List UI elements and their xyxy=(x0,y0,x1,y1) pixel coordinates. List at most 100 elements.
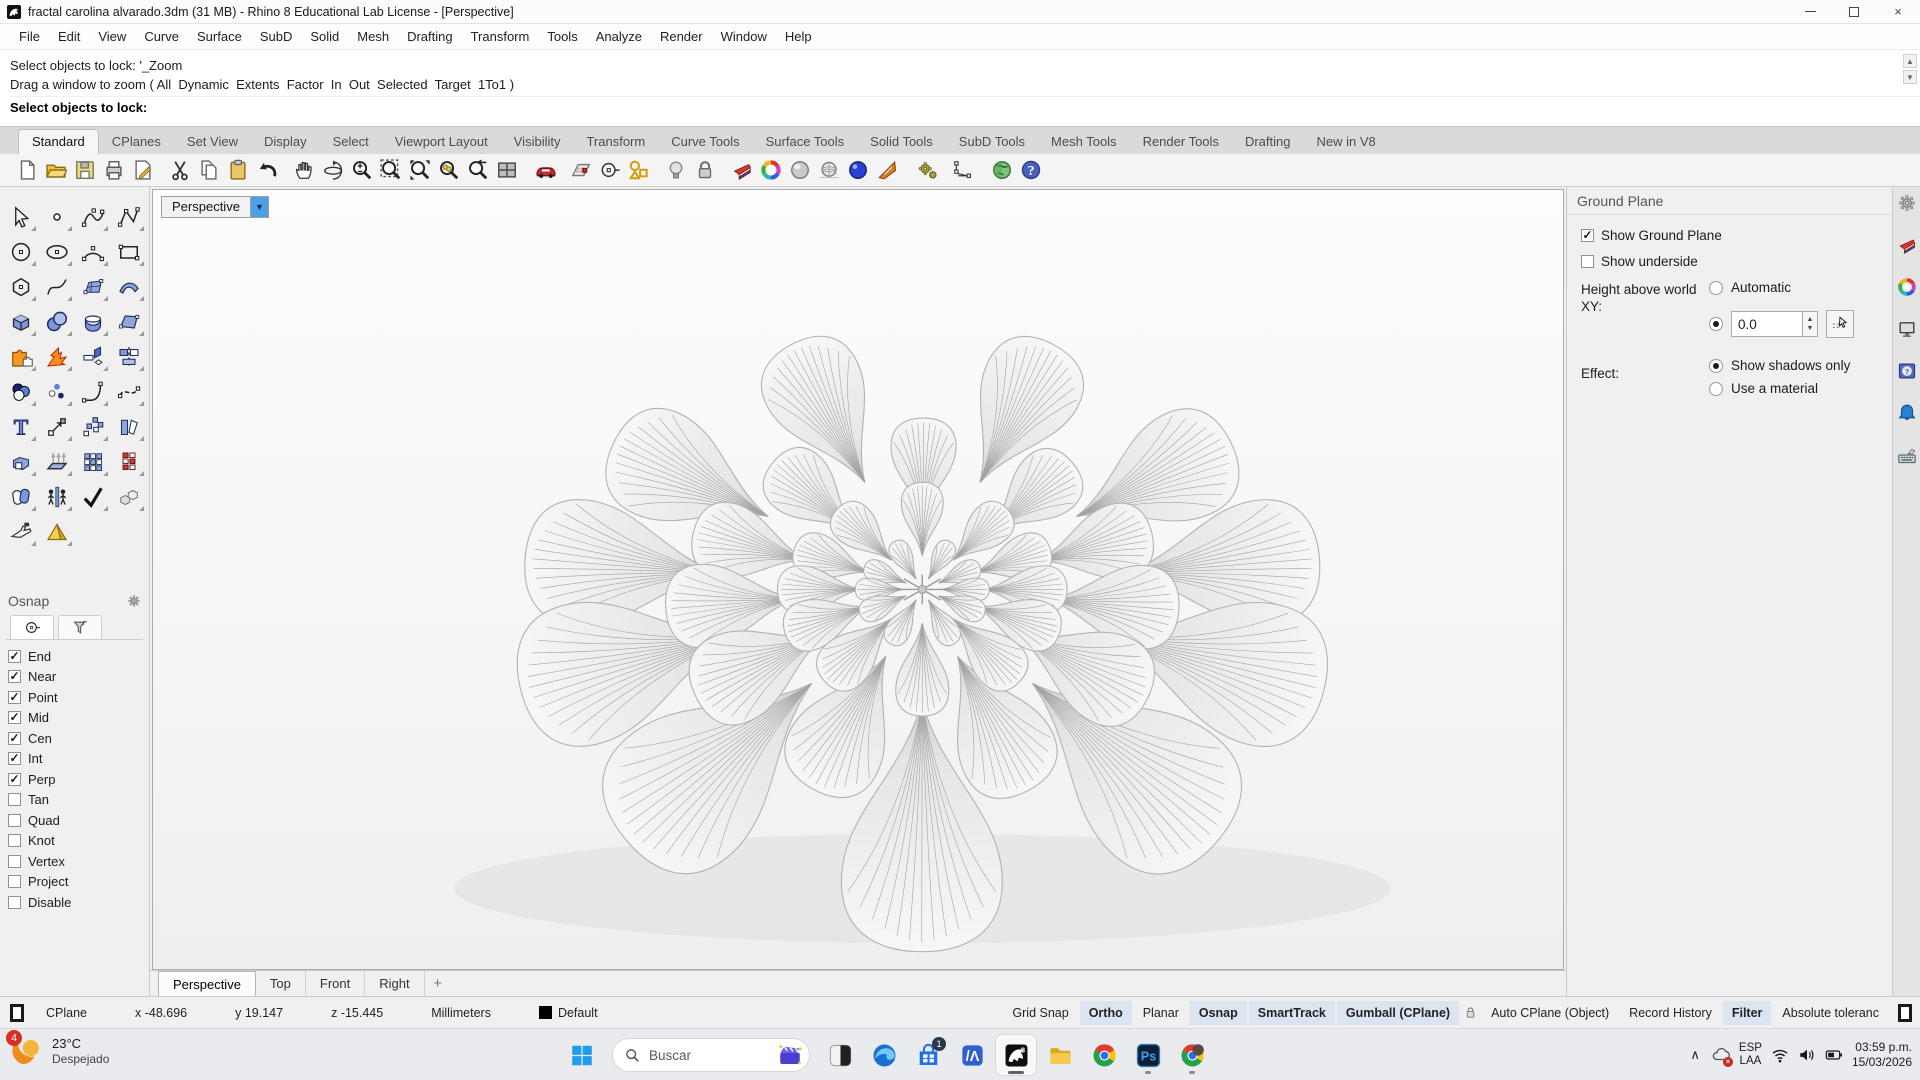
set-view-icon[interactable] xyxy=(597,157,623,183)
taskbar-app-store[interactable]: 1 xyxy=(908,1035,948,1075)
menu-analyze[interactable]: Analyze xyxy=(587,26,651,47)
onedrive-error-icon[interactable]: ✕ xyxy=(1712,1046,1730,1064)
split-tool[interactable] xyxy=(111,339,147,374)
wifi-icon[interactable] xyxy=(1771,1046,1789,1064)
taskbar-app-photoshop[interactable]: Ps xyxy=(1128,1035,1168,1075)
volume-icon[interactable] xyxy=(1798,1046,1816,1064)
sign-document-icon[interactable] xyxy=(130,157,156,183)
color-wheel-icon[interactable] xyxy=(758,157,784,183)
rotate-view-icon[interactable] xyxy=(320,157,346,183)
viewport-dropdown-icon[interactable]: ▼ xyxy=(250,197,268,217)
group-objects-tool[interactable] xyxy=(3,479,39,514)
taskbar-app-blue-slash-app[interactable]: /Λ xyxy=(952,1035,992,1075)
zoom-dynamic-icon[interactable] xyxy=(349,157,375,183)
check-select-tool[interactable] xyxy=(75,479,111,514)
rectangle-tool[interactable] xyxy=(111,234,147,269)
osnap-checkbox-cen[interactable]: ✓ xyxy=(8,732,21,745)
viewport-tab-front[interactable]: Front xyxy=(306,971,365,996)
point-cloud-tool[interactable] xyxy=(39,374,75,409)
arc-tool[interactable] xyxy=(75,234,111,269)
osnap-option-mid[interactable]: ✓Mid xyxy=(8,708,141,729)
shaded-view-icon[interactable] xyxy=(787,157,813,183)
status-toggle-smarttrack[interactable]: SmartTrack xyxy=(1249,1001,1335,1025)
show-shadows-option[interactable]: Show shadows only xyxy=(1709,357,1880,374)
toolbar-tab-curve-tools[interactable]: Curve Tools xyxy=(658,130,752,154)
taskbar-app-chrome[interactable] xyxy=(1084,1035,1124,1075)
menu-solid[interactable]: Solid xyxy=(301,26,348,47)
viewport-title[interactable]: Perspective xyxy=(162,197,250,217)
move-tool[interactable] xyxy=(39,409,75,444)
automatic-option[interactable]: Automatic xyxy=(1709,279,1880,296)
use-material-radio[interactable] xyxy=(1709,382,1723,396)
extrude-box-tool[interactable] xyxy=(3,444,39,479)
pan-icon[interactable] xyxy=(291,157,317,183)
scroll-down-icon[interactable]: ▼ xyxy=(1903,70,1917,84)
status-toggle-gumball-cplane-[interactable]: Gumball (CPlane) xyxy=(1337,1001,1459,1025)
osnap-option-quad[interactable]: Quad xyxy=(8,810,141,831)
status-toggle-absolute-toleranc[interactable]: Absolute toleranc xyxy=(1773,1001,1888,1025)
mirror-tool[interactable] xyxy=(111,409,147,444)
minimize-button[interactable] xyxy=(1788,0,1832,23)
osnap-option-end[interactable]: ✓End xyxy=(8,646,141,667)
osnap-option-tan[interactable]: Tan xyxy=(8,790,141,811)
viewport-tab-right[interactable]: Right xyxy=(365,971,424,996)
menu-view[interactable]: View xyxy=(89,26,135,47)
layers-icon[interactable] xyxy=(1897,235,1917,255)
sphere-tool[interactable] xyxy=(39,304,75,339)
show-underside-checkbox[interactable] xyxy=(1581,255,1594,268)
osnap-checkbox-disable[interactable] xyxy=(8,896,21,909)
status-end-box-icon[interactable] xyxy=(1898,1004,1912,1022)
options-icon[interactable] xyxy=(915,157,941,183)
viewport-canvas[interactable]: Perspective ▼ xyxy=(152,189,1564,970)
copy-icon[interactable] xyxy=(196,157,222,183)
plugins-puzzle-tool[interactable] xyxy=(3,339,39,374)
osnap-checkbox-knot[interactable] xyxy=(8,834,21,847)
ghosted-view-icon[interactable] xyxy=(816,157,842,183)
status-x[interactable]: x -48.696 xyxy=(135,1006,187,1020)
osnap-checkbox-mid[interactable]: ✓ xyxy=(8,711,21,724)
toolbar-tab-visibility[interactable]: Visibility xyxy=(501,130,574,154)
show-shadows-radio[interactable] xyxy=(1709,359,1723,373)
fillet-curve-tool[interactable] xyxy=(75,374,111,409)
pick-height-button[interactable] xyxy=(1826,310,1854,338)
gumball-lock-icon[interactable] xyxy=(1463,1005,1478,1020)
search-highlight-icon[interactable] xyxy=(777,1042,803,1068)
osnap-checkbox-tan[interactable] xyxy=(8,793,21,806)
display-monitor-icon[interactable] xyxy=(1897,319,1917,339)
menu-file[interactable]: File xyxy=(10,26,49,47)
toolbar-tab-cplanes[interactable]: CPlanes xyxy=(99,130,174,154)
status-toggle-ortho[interactable]: Ortho xyxy=(1080,1001,1132,1025)
extrude-surface-tool[interactable] xyxy=(39,444,75,479)
status-cplane[interactable]: CPlane xyxy=(46,1006,87,1020)
toolbar-tab-set-view[interactable]: Set View xyxy=(174,130,251,154)
osnap-option-cen[interactable]: ✓Cen xyxy=(8,728,141,749)
osnap-option-knot[interactable]: Knot xyxy=(8,831,141,852)
command-prompt[interactable]: Select objects to lock: xyxy=(10,96,1920,119)
filter-tab[interactable] xyxy=(58,615,102,639)
lightbulb-icon[interactable] xyxy=(663,157,689,183)
status-toggle-auto-cplane-object-[interactable]: Auto CPlane (Object) xyxy=(1482,1001,1618,1025)
maximize-button[interactable] xyxy=(1832,0,1876,23)
osnap-checkbox-near[interactable]: ✓ xyxy=(8,670,21,683)
menu-curve[interactable]: Curve xyxy=(135,26,188,47)
show-underside-row[interactable]: Show underside xyxy=(1581,253,1880,270)
toolbar-tab-viewport-layout[interactable]: Viewport Layout xyxy=(382,130,501,154)
osnap-option-point[interactable]: ✓Point xyxy=(8,687,141,708)
rectangular-array-tool[interactable] xyxy=(75,444,111,479)
help-panel-icon[interactable]: ? xyxy=(1897,361,1917,381)
perspective-viewport[interactable]: Perspective ▼ PerspectiveTopFrontRight+ xyxy=(150,187,1567,996)
battery-icon[interactable] xyxy=(1825,1046,1843,1064)
toolbar-tab-render-tools[interactable]: Render Tools xyxy=(1130,130,1232,154)
osnap-tab[interactable] xyxy=(10,615,54,639)
status-toggle-filter[interactable]: Filter xyxy=(1723,1001,1772,1025)
help-icon[interactable]: ? xyxy=(1018,157,1044,183)
menu-edit[interactable]: Edit xyxy=(49,26,89,47)
gloves-tool[interactable] xyxy=(3,514,39,549)
toolbar-tab-new-in-v8[interactable]: New in V8 xyxy=(1303,130,1388,154)
libraries-keyboard-icon[interactable] xyxy=(1897,445,1917,465)
osnap-option-disable[interactable]: Disable xyxy=(8,892,141,913)
menu-transform[interactable]: Transform xyxy=(462,26,539,47)
taskbar-app-chrome-profile[interactable] xyxy=(1172,1035,1212,1075)
solid-tools-tool[interactable] xyxy=(111,479,147,514)
status-toggle-grid-snap[interactable]: Grid Snap xyxy=(1003,1001,1077,1025)
